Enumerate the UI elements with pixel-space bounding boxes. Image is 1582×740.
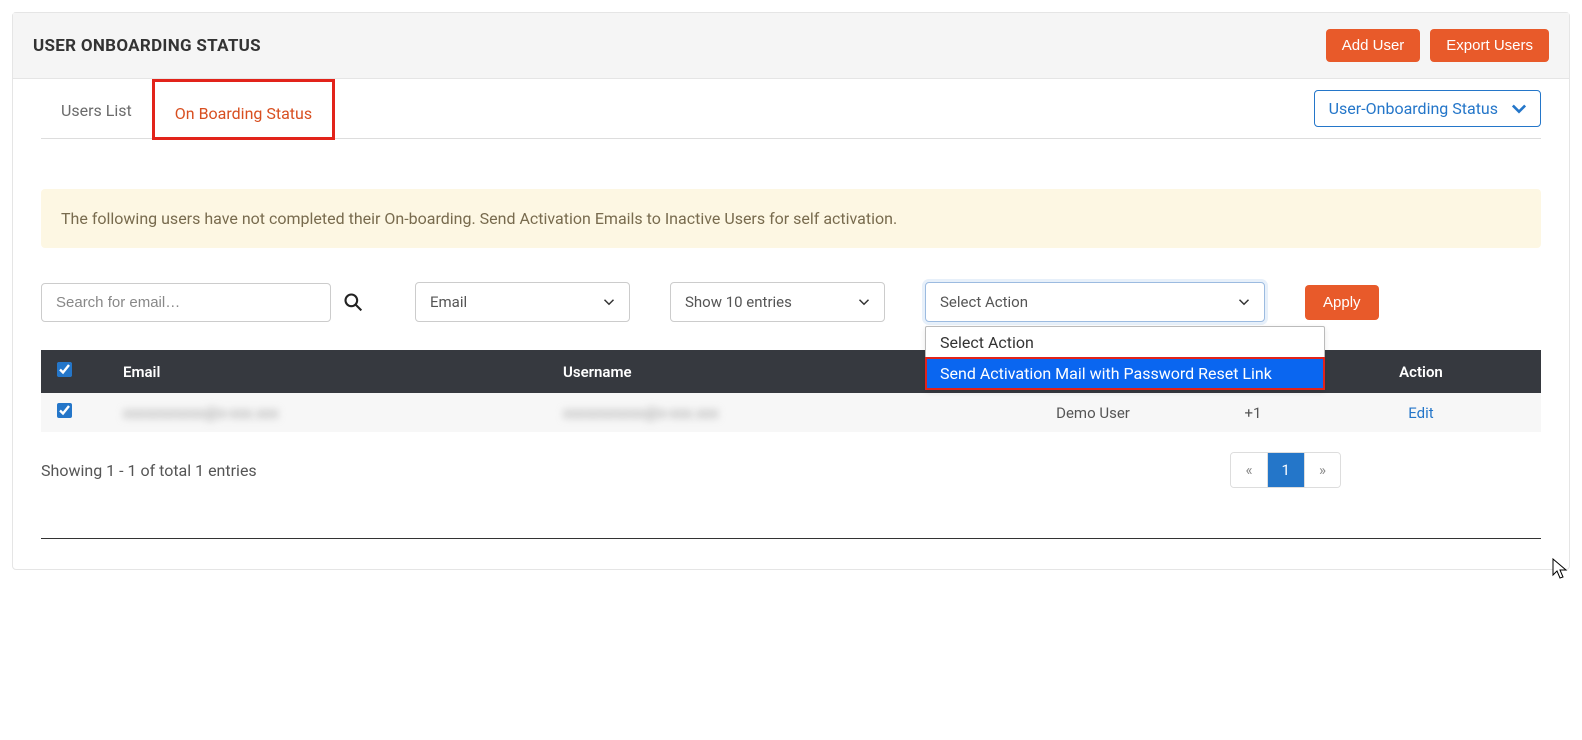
row-checkbox[interactable] — [57, 403, 72, 418]
row-role: Demo User — [993, 404, 1193, 422]
card-header: USER ONBOARDING STATUS Add User Export U… — [13, 13, 1569, 79]
select-action-wrap: Select Action Select Action Send Activat… — [925, 282, 1265, 322]
chevron-down-icon — [1238, 296, 1250, 308]
divider — [41, 538, 1541, 539]
add-user-button[interactable]: Add User — [1326, 29, 1421, 62]
search-input[interactable] — [41, 283, 331, 322]
main-card: USER ONBOARDING STATUS Add User Export U… — [12, 12, 1570, 570]
col-check-all — [53, 362, 113, 381]
tab-onboarding-status[interactable]: On Boarding Status — [152, 79, 335, 140]
filter-field-value: Email — [430, 293, 467, 311]
col-email-header: Email — [113, 363, 563, 381]
table-row: xxxxxxxxxxx@x-xxx.xxx xxxxxxxxxxx@x-xxx.… — [41, 393, 1541, 432]
info-banner: The following users have not completed t… — [41, 189, 1541, 248]
row-action: Edit — [1313, 404, 1529, 422]
card-body: Users List On Boarding Status User-Onboa… — [13, 79, 1569, 569]
status-filter-dropdown[interactable]: User-Onboarding Status — [1314, 90, 1541, 127]
chevron-down-icon — [1512, 102, 1526, 116]
row-username: xxxxxxxxxxx@x-xxx.xxx — [563, 404, 993, 422]
page-title: USER ONBOARDING STATUS — [33, 36, 261, 56]
tab-users-list[interactable]: Users List — [41, 79, 152, 138]
pager: « 1 » — [1230, 452, 1341, 488]
select-all-checkbox[interactable] — [57, 362, 72, 377]
select-action-dropdown: Select Action Send Activation Mail with … — [925, 326, 1325, 390]
search-icon[interactable] — [343, 292, 363, 312]
pager-next[interactable]: » — [1305, 453, 1340, 487]
tabs: Users List On Boarding Status — [41, 79, 335, 138]
table-footer: Showing 1 - 1 of total 1 entries « 1 » — [41, 452, 1541, 488]
pager-page-1[interactable]: 1 — [1268, 453, 1305, 487]
select-action[interactable]: Select Action — [925, 282, 1265, 322]
chevron-down-icon — [858, 296, 870, 308]
row-check — [53, 403, 113, 422]
controls-row: Email Show 10 entries Select Action Sele… — [41, 282, 1541, 322]
filter-field-select[interactable]: Email — [415, 282, 630, 322]
pager-prev[interactable]: « — [1231, 453, 1267, 487]
select-action-value: Select Action — [940, 293, 1028, 311]
status-filter-label: User-Onboarding Status — [1329, 99, 1498, 118]
row-email: xxxxxxxxxxx@x-xxx.xxx — [113, 404, 563, 422]
action-option-send-activation[interactable]: Send Activation Mail with Password Reset… — [926, 358, 1324, 389]
header-actions: Add User Export Users — [1326, 29, 1549, 62]
apply-button[interactable]: Apply — [1305, 285, 1379, 320]
edit-link[interactable]: Edit — [1408, 404, 1433, 422]
action-option-default[interactable]: Select Action — [926, 327, 1324, 358]
tabs-row: Users List On Boarding Status User-Onboa… — [41, 79, 1541, 139]
entries-select[interactable]: Show 10 entries — [670, 282, 885, 322]
col-action-header: Action — [1313, 363, 1529, 381]
entries-value: Show 10 entries — [685, 293, 792, 311]
entries-summary: Showing 1 - 1 of total 1 entries — [41, 461, 257, 480]
chevron-down-icon — [603, 296, 615, 308]
search-wrap — [41, 283, 363, 322]
export-users-button[interactable]: Export Users — [1430, 29, 1549, 62]
row-count: +1 — [1193, 404, 1313, 422]
